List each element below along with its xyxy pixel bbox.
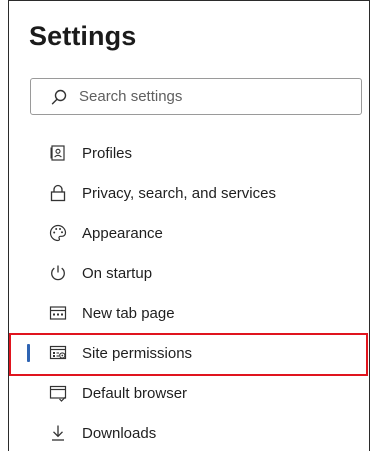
sidebar-item-label: Downloads xyxy=(82,424,157,442)
sidebar-item-label: Default browser xyxy=(82,384,188,402)
search-box[interactable]: Search settings xyxy=(30,78,362,115)
sidebar-item-downloads[interactable]: Downloads xyxy=(9,413,369,453)
site-permissions-icon xyxy=(49,344,67,362)
download-icon xyxy=(49,424,67,442)
sidebar-item-appearance[interactable]: Appearance xyxy=(9,213,369,253)
sidebar-item-profiles[interactable]: Profiles xyxy=(9,133,369,173)
sidebar-item-new-tab-page[interactable]: New tab page xyxy=(9,293,369,333)
sidebar-item-privacy[interactable]: Privacy, search, and services xyxy=(9,173,369,213)
search-icon xyxy=(51,89,67,105)
palette-icon xyxy=(49,224,67,242)
sidebar-item-label: Site permissions xyxy=(82,344,193,362)
page-title: Settings xyxy=(29,21,137,51)
sidebar-item-label: New tab page xyxy=(82,304,175,322)
new-tab-icon xyxy=(49,304,67,322)
sidebar-item-on-startup[interactable]: On startup xyxy=(9,253,369,293)
sidebar-item-default-browser[interactable]: Default browser xyxy=(9,373,369,413)
default-browser-icon xyxy=(49,384,67,402)
selected-indicator xyxy=(27,344,30,362)
sidebar-item-label: Appearance xyxy=(82,224,163,242)
search-input[interactable]: Search settings xyxy=(79,88,182,105)
settings-panel: Settings Search settings Profiles Privac… xyxy=(8,0,370,451)
lock-icon xyxy=(49,184,67,202)
sidebar-item-label: Profiles xyxy=(82,144,133,162)
sidebar-item-label: Privacy, search, and services xyxy=(82,184,276,202)
sidebar-item-site-permissions[interactable]: Site permissions xyxy=(9,333,369,373)
sidebar-item-label: On startup xyxy=(82,264,153,282)
profile-icon xyxy=(49,144,67,162)
power-icon xyxy=(49,264,67,282)
